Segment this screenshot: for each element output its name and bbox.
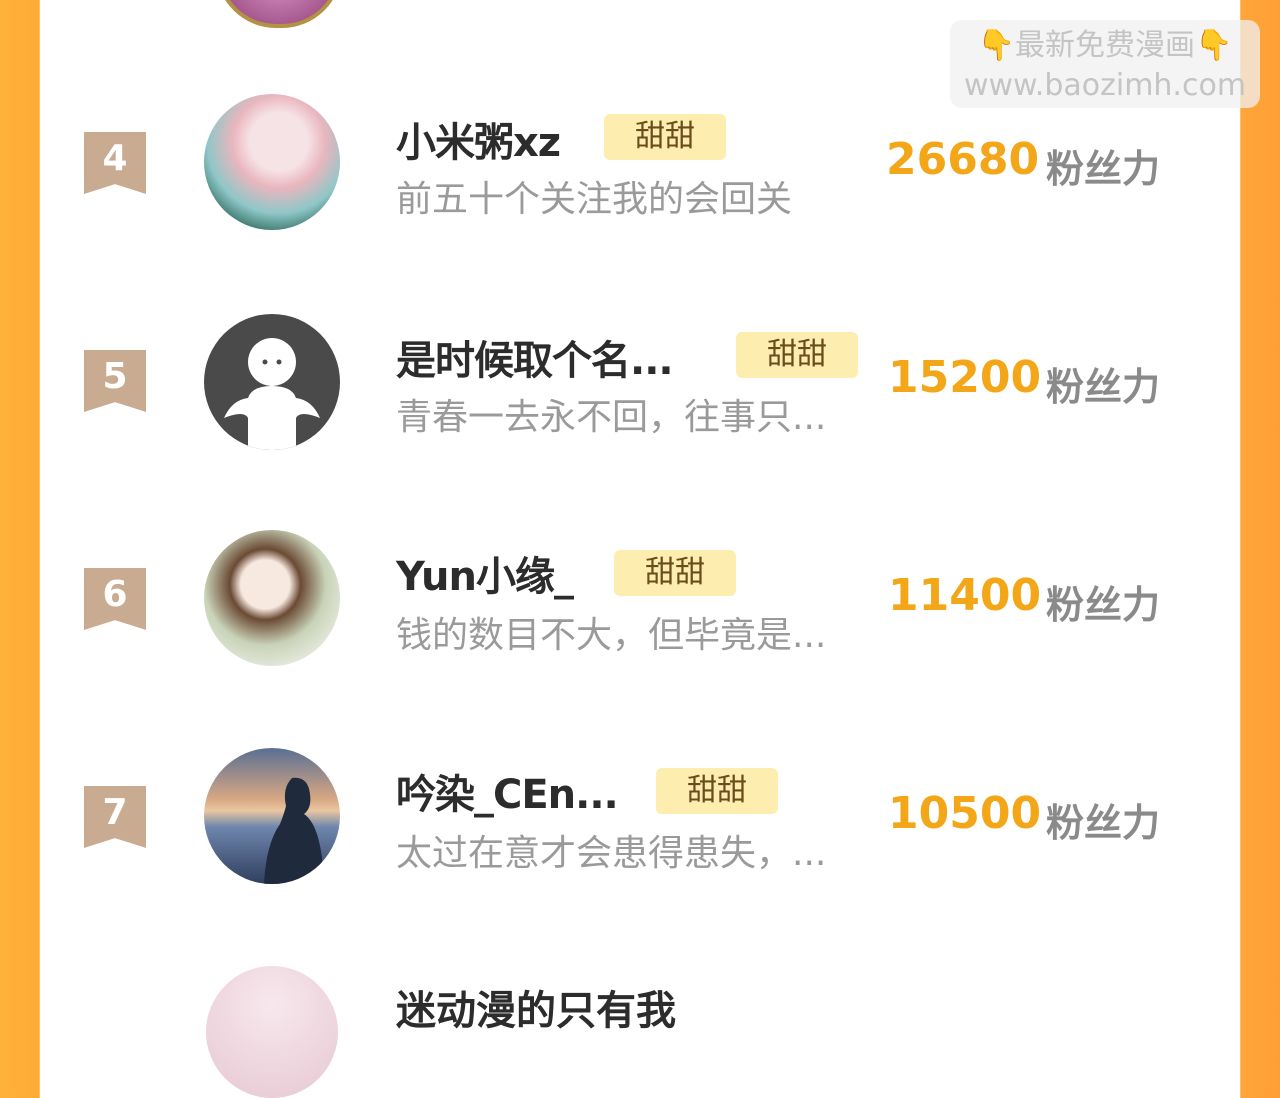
fan-score-unit: 粉丝力 xyxy=(1046,147,1161,191)
user-name[interactable]: 是时候取个名... xyxy=(396,328,674,386)
avatar[interactable] xyxy=(204,314,340,450)
fan-badge: 甜甜 xyxy=(604,114,726,160)
user-signature: 青春一去永不回，往事只... xyxy=(396,397,827,438)
fan-score: 11400 xyxy=(888,570,1042,621)
rank-ribbon: 4 xyxy=(84,132,146,194)
user-signature: 太过在意才会患得患失，... xyxy=(396,833,827,874)
fan-score: 10500 xyxy=(888,788,1042,839)
user-name[interactable]: 迷动漫的只有我 xyxy=(396,978,676,1036)
fan-score: 26680 xyxy=(886,134,1040,185)
watermark-title: 👇最新免费漫画👇 xyxy=(977,28,1233,63)
fan-badge: 甜甜 xyxy=(736,332,858,378)
fan-badge: 甜甜 xyxy=(656,768,778,814)
fan-score-unit: 粉丝力 xyxy=(1046,583,1161,627)
default-user-icon xyxy=(224,338,320,450)
user-name[interactable]: Yun小缘_ xyxy=(396,544,574,602)
list-item[interactable]: 5 是时候取个名... 甜甜 青春一去永不回，往事只... 15200 粉丝力 xyxy=(0,310,1280,460)
rank-ribbon: 5 xyxy=(84,350,146,412)
rank-ribbon: 6 xyxy=(84,568,146,630)
avatar[interactable] xyxy=(204,748,340,884)
fan-score-unit: 粉丝力 xyxy=(1046,801,1161,845)
fan-score: 15200 xyxy=(888,352,1042,403)
user-signature: 钱的数目不大，但毕竟是... xyxy=(396,615,827,656)
user-name[interactable]: 小米粥xz xyxy=(396,110,561,168)
user-name[interactable]: 吟染_CEn... xyxy=(396,762,619,820)
list-item[interactable]: 7 吟染_CEn... 甜甜 太过在意才会患得患失，... 10500 粉丝力 xyxy=(0,746,1280,896)
avatar[interactable] xyxy=(204,530,340,666)
avatar[interactable] xyxy=(204,94,340,230)
fan-score-unit: 粉丝力 xyxy=(1046,365,1161,409)
user-signature: 前五十个关注我的会回关 xyxy=(396,179,793,220)
rank-ribbon: 7 xyxy=(84,786,146,848)
list-item[interactable]: 4 小米粥xz 甜甜 前五十个关注我的会回关 26680 粉丝力 xyxy=(0,90,1280,240)
person-silhouette-icon xyxy=(264,777,324,884)
list-item[interactable]: 6 Yun小缘_ 甜甜 钱的数目不大，但毕竟是... 11400 粉丝力 xyxy=(0,528,1280,678)
watermark: 👇最新免费漫画👇 www.baozimh.com xyxy=(950,20,1260,108)
fan-badge: 甜甜 xyxy=(614,550,736,596)
avatar[interactable] xyxy=(206,966,338,1098)
watermark-url: www.baozimh.com xyxy=(963,68,1247,103)
